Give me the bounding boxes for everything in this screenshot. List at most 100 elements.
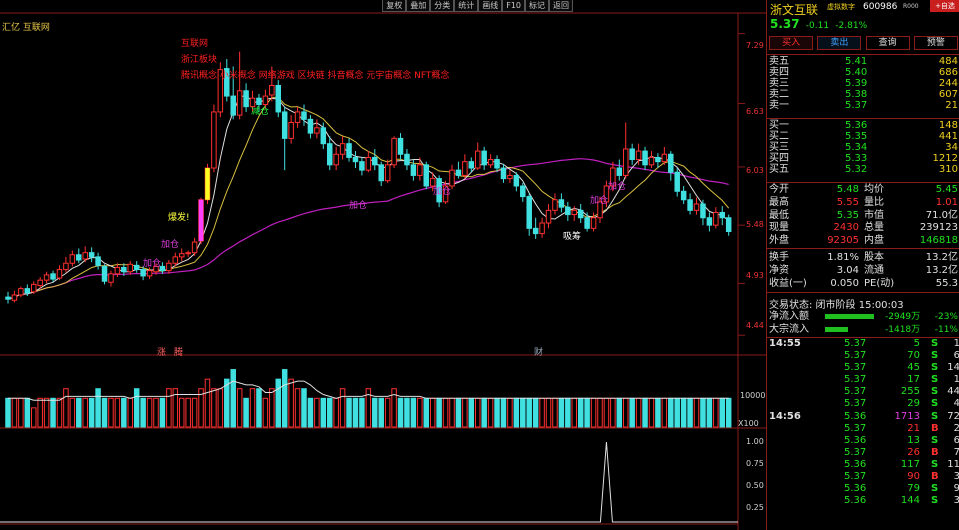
candle-body: [108, 273, 114, 283]
toolbar-button[interactable]: 叠加: [406, 0, 431, 12]
sell-button[interactable]: 卖出: [817, 36, 862, 50]
volume-bar: [622, 397, 629, 428]
flow-value: -2949万: [885, 312, 921, 322]
candle-body: [713, 211, 719, 226]
tick-price: 5.36: [844, 458, 867, 470]
candle-body: [346, 143, 352, 158]
candle-body: [700, 203, 706, 219]
tick-side: S: [931, 434, 939, 446]
candle-body: [63, 262, 69, 271]
volume-bar: [700, 397, 706, 428]
tick-volume: 5: [913, 338, 920, 349]
volume-bar: [661, 397, 668, 428]
tick-count: 6: [953, 434, 959, 446]
stat-value: 2430: [833, 222, 859, 234]
candle-body: [532, 227, 539, 235]
candle-body: [24, 288, 31, 294]
orderbook-row: 买一 5.36 148: [767, 120, 959, 131]
candle-body: [693, 203, 700, 211]
add-watchlist-button[interactable]: +自选: [930, 0, 959, 12]
candle-body: [191, 241, 198, 254]
tick-side: B: [931, 471, 939, 483]
volume-bar: [37, 397, 43, 428]
price-row: 5.37 -0.11 -2.81%: [770, 17, 867, 31]
signal-label: 吸筹: [563, 232, 582, 242]
volume-bar: [545, 397, 552, 428]
candle-body: [462, 161, 468, 176]
volume-bar: [18, 397, 24, 428]
indicator-line: [0, 441, 738, 523]
tick-volume: 17: [907, 374, 920, 386]
price-tick: 7.29: [746, 41, 764, 50]
volume-bar: [455, 397, 462, 428]
toolbar-button[interactable]: 分类: [430, 0, 455, 12]
orderbook-price: 5.32: [845, 164, 868, 175]
query-button[interactable]: 查询: [865, 36, 910, 50]
signal-label: 加仓: [590, 196, 609, 206]
volume-bar: [326, 397, 333, 428]
candle-body: [378, 164, 384, 182]
tick-count: 1: [953, 338, 959, 349]
stat-value: 13.2亿: [925, 265, 958, 276]
candle-body: [127, 263, 134, 273]
volume-bar: [204, 378, 211, 428]
tick-side: S: [931, 374, 939, 386]
tick-row: 5.36 13 S 6: [767, 435, 959, 447]
tick-time: 14:56: [769, 410, 801, 422]
stat-value: 5.55: [836, 196, 859, 208]
signal-label: 减仓: [251, 107, 270, 117]
tick-row: 14:56 5.36 1713 S 72: [767, 411, 959, 423]
tick-row: 5.37 90 B 3: [767, 471, 959, 483]
candle-body: [635, 150, 642, 161]
candle-body: [526, 196, 532, 229]
breakout-candle: [205, 168, 210, 200]
orderbook-row: 买三 5.34 34: [767, 142, 959, 153]
volume-bar: [275, 378, 282, 428]
alert-button[interactable]: 预警: [913, 36, 958, 50]
candle-body: [146, 270, 153, 277]
toolbar-button[interactable]: 标记: [525, 0, 549, 12]
stat-value: 5.45: [935, 184, 958, 195]
volume-bar: [230, 369, 236, 428]
volume-bar: [146, 397, 153, 428]
orderbook-level: 买四: [769, 153, 789, 164]
tick-count: 44: [947, 386, 959, 398]
toolbar-button[interactable]: 复权: [382, 0, 407, 12]
toolbar-button[interactable]: 画线: [478, 0, 503, 12]
candle-body: [133, 264, 140, 271]
chart-area[interactable]: 复权 叠加 分类 统计 画线 F10 标记 返回 汇亿 互联网 互联网 浙江板块 腾讯概念 小…: [0, 0, 766, 530]
toolbar-button[interactable]: F10: [502, 0, 525, 12]
tick-row: 5.36 144 S 3: [767, 495, 959, 507]
candle-body: [11, 294, 18, 301]
candle-body: [185, 252, 191, 255]
stat-value: 0.050: [830, 278, 859, 289]
candle-body: [500, 167, 507, 180]
toolbar-button[interactable]: 统计: [454, 0, 479, 12]
volume-bar: [217, 388, 224, 428]
tick-volume: 79: [907, 483, 920, 495]
concept-line-2: 浙江板块: [181, 55, 218, 65]
candle-body: [577, 209, 584, 219]
candle-body: [140, 269, 146, 277]
candle-body: [558, 199, 565, 208]
toolbar-button[interactable]: 返回: [549, 0, 573, 12]
buy-button[interactable]: 买入: [769, 36, 814, 50]
volume-bar: [108, 397, 114, 428]
stat-value: 3.04: [836, 265, 859, 276]
candle-body: [565, 206, 571, 216]
stat-value: 55.3: [935, 278, 958, 289]
tick-list[interactable]: 14:55 5.37 5 S 1 5.37 70 S 6 5.37 45 S 14 5.37 17 S 1 5.3…: [767, 338, 959, 507]
indicator-tick: 0.25: [746, 503, 764, 512]
orderbook-row: 买四 5.33 1212: [767, 153, 959, 164]
candle-body: [404, 153, 410, 166]
flow-value: -1418万: [885, 325, 921, 335]
tick-volume: 45: [907, 362, 920, 374]
candle-body: [507, 174, 513, 180]
volume-bar: [706, 397, 713, 428]
volume-bar: [674, 397, 680, 428]
candle-body: [513, 174, 520, 187]
volume-bar: [352, 397, 359, 428]
orderbook-level: 卖一: [769, 100, 789, 111]
volume-bar: [603, 397, 610, 428]
volume-unit: X100: [738, 419, 759, 428]
